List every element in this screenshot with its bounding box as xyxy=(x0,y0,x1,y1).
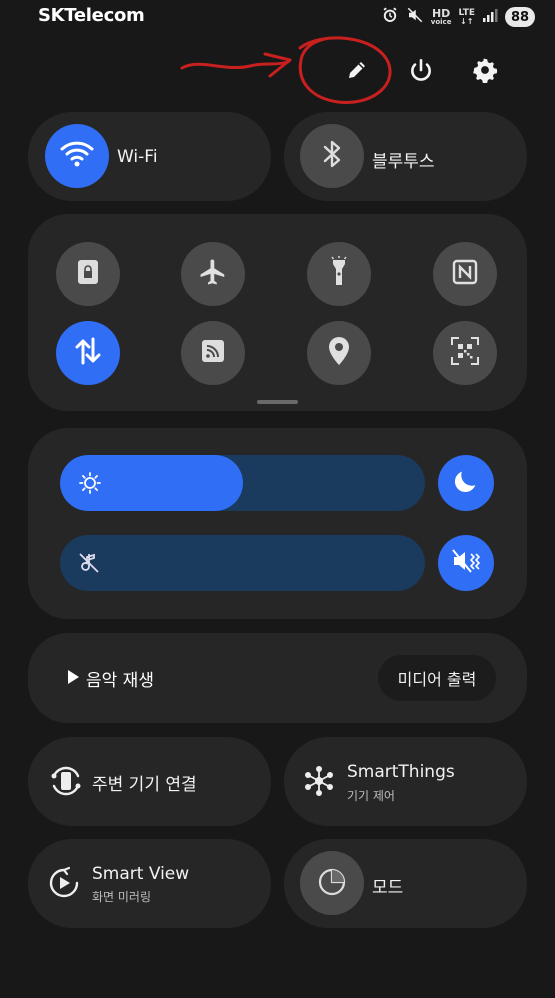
qr-scan-tile[interactable] xyxy=(433,321,497,385)
smart-view-tile[interactable]: Smart View 화면 미러링 xyxy=(28,839,271,928)
modes-label: 모드 xyxy=(372,878,404,898)
power-button[interactable] xyxy=(399,50,443,94)
smartthings-icon xyxy=(302,764,336,802)
location-icon xyxy=(327,336,351,370)
airplane-mode-tile[interactable] xyxy=(181,242,245,306)
play-icon xyxy=(66,669,80,689)
hd-voice-icon: HD voice xyxy=(430,7,452,26)
media-output-button[interactable]: 미디어 출력 xyxy=(378,655,496,701)
location-tile[interactable] xyxy=(307,321,371,385)
settings-gear-icon xyxy=(472,57,498,87)
airplane-icon xyxy=(198,257,228,291)
cast-tile[interactable] xyxy=(181,321,245,385)
mute-vibrate-icon xyxy=(451,547,481,579)
smart-view-icon xyxy=(47,866,81,904)
music-play-button[interactable]: 음악 재생 xyxy=(66,666,154,691)
nfc-icon xyxy=(451,258,479,290)
secure-folder-icon xyxy=(76,258,100,290)
music-play-label: 음악 재생 xyxy=(86,671,154,691)
expand-handle[interactable] xyxy=(257,400,298,404)
wifi-tile[interactable]: Wi-Fi xyxy=(28,112,271,201)
bluetooth-icon xyxy=(321,139,343,173)
smartthings-sublabel: 기기 제어 xyxy=(347,789,395,803)
smartthings-label: SmartThings xyxy=(347,762,455,782)
nearby-devices-tile[interactable]: 주변 기기 연결 xyxy=(28,737,271,826)
moon-icon xyxy=(452,467,480,499)
sound-mode-button[interactable] xyxy=(438,535,494,591)
modes-icon xyxy=(316,865,348,901)
bluetooth-toggle[interactable] xyxy=(300,124,364,188)
dark-mode-button[interactable] xyxy=(438,455,494,511)
qr-scan-icon xyxy=(450,336,480,370)
volume-muted-note-icon xyxy=(77,551,101,579)
carrier-name: SKTelecom xyxy=(38,5,145,26)
cast-icon xyxy=(200,338,226,368)
brightness-sun-icon xyxy=(78,471,102,499)
nfc-tile[interactable] xyxy=(433,242,497,306)
nearby-devices-label: 주변 기기 연결 xyxy=(92,775,197,795)
edit-pencil-icon xyxy=(345,58,369,86)
media-panel: 음악 재생 미디어 출력 xyxy=(28,633,527,723)
lte-icon: LTE ↓↑ xyxy=(458,8,475,26)
battery-icon: 88 xyxy=(505,7,535,27)
smart-view-sublabel: 화면 미러링 xyxy=(92,890,152,904)
mobile-data-icon xyxy=(73,336,103,370)
edit-button[interactable] xyxy=(335,50,379,94)
alarm-icon xyxy=(381,6,399,28)
modes-tile[interactable]: 모드 xyxy=(284,839,527,928)
mute-icon xyxy=(406,6,424,28)
power-icon xyxy=(408,57,434,87)
volume-slider[interactable] xyxy=(60,535,425,591)
smartthings-tile[interactable]: SmartThings 기기 제어 xyxy=(284,737,527,826)
wifi-icon xyxy=(60,140,94,172)
bluetooth-tile[interactable]: 블루투스 xyxy=(284,112,527,201)
bluetooth-label: 블루투스 xyxy=(372,152,435,172)
flashlight-tile[interactable] xyxy=(307,242,371,306)
wifi-toggle[interactable] xyxy=(45,124,109,188)
device-connect-icon xyxy=(48,763,84,803)
signal-icon xyxy=(482,7,498,27)
smart-view-label: Smart View xyxy=(92,864,190,884)
status-icons: HD voice LTE ↓↑ 88 xyxy=(381,5,535,29)
sliders-panel xyxy=(28,428,527,619)
quick-tiles-panel xyxy=(28,214,527,411)
mobile-data-tile[interactable] xyxy=(56,321,120,385)
wifi-label: Wi-Fi xyxy=(117,147,158,167)
brightness-slider[interactable] xyxy=(60,455,425,511)
settings-button[interactable] xyxy=(463,50,507,94)
secure-folder-tile[interactable] xyxy=(56,242,120,306)
modes-toggle[interactable] xyxy=(300,851,364,915)
flashlight-icon xyxy=(329,256,349,292)
